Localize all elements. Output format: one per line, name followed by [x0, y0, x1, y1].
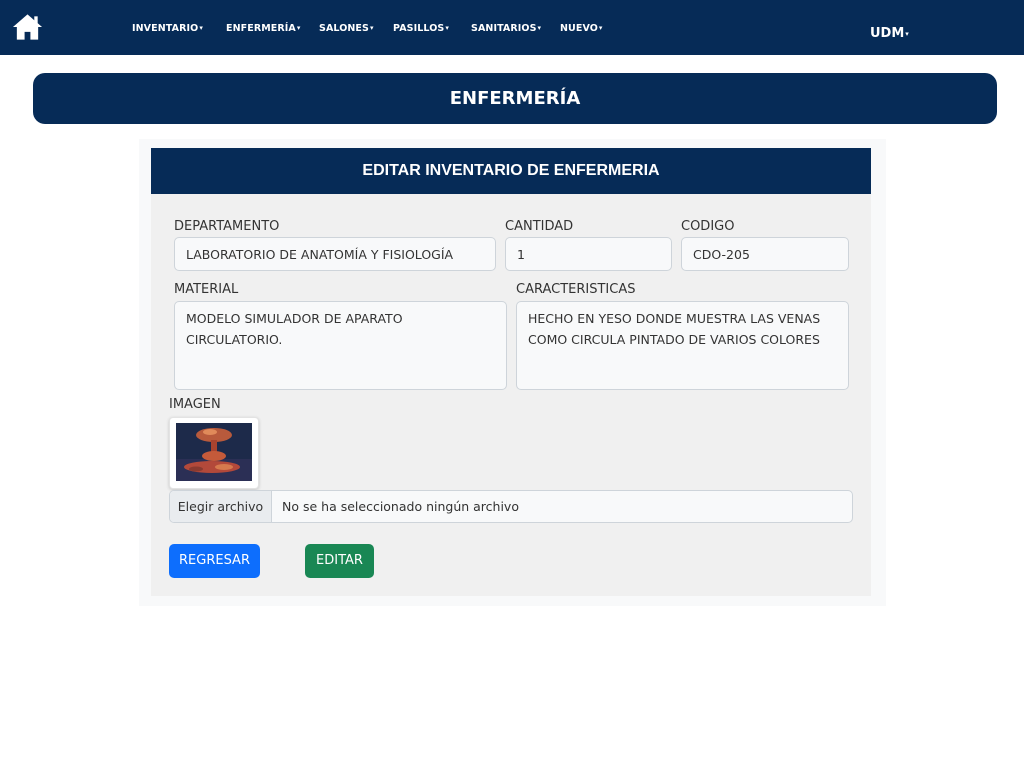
top-navbar: INVENTARIO▾ ENFERMERÍA▾ SALONES▾ PASILLO… — [0, 0, 1024, 55]
user-menu-label: UDM — [870, 26, 905, 41]
caracteristicas-textarea[interactable]: HECHO EN YESO DONDE MUESTRA LAS VENAS CO… — [516, 301, 849, 390]
chevron-down-icon: ▾ — [296, 24, 301, 32]
nav-sanitarios-label: SANITARIOS — [471, 23, 537, 34]
material-label: MATERIAL — [174, 282, 239, 297]
anatomy-model-image — [176, 423, 252, 481]
item-image-thumbnail — [169, 417, 259, 489]
codigo-label: CODIGO — [681, 219, 735, 234]
chevron-down-icon: ▾ — [537, 24, 542, 32]
imagen-label: IMAGEN — [169, 397, 221, 412]
home-icon[interactable] — [12, 13, 43, 41]
nav-nuevo-label: NUEVO — [560, 23, 598, 34]
choose-file-button[interactable]: Elegir archivo — [170, 491, 272, 522]
departamento-label: DEPARTAMENTO — [174, 219, 280, 234]
nav-pasillos-label: PASILLOS — [393, 23, 445, 34]
nav-enfermeria[interactable]: ENFERMERÍA▾ — [226, 23, 301, 34]
material-textarea[interactable]: MODELO SIMULADOR DE APARATO CIRCULATORIO… — [174, 301, 507, 390]
regresar-button[interactable]: REGRESAR — [169, 544, 260, 578]
caracteristicas-value: HECHO EN YESO DONDE MUESTRA LAS VENAS CO… — [528, 311, 821, 347]
departamento-value: LABORATORIO DE ANATOMÍA Y FISIOLOGÍA — [186, 246, 454, 262]
form-title: EDITAR INVENTARIO DE ENFERMERIA — [151, 148, 871, 194]
section-title: ENFERMERÍA — [33, 73, 997, 124]
nav-pasillos[interactable]: PASILLOS▾ — [393, 23, 449, 34]
chevron-down-icon: ▾ — [369, 24, 374, 32]
cantidad-value: 1 — [517, 246, 525, 262]
codigo-value: CDO-205 — [693, 246, 750, 262]
nav-salones-label: SALONES — [319, 23, 369, 34]
nav-salones[interactable]: SALONES▾ — [319, 23, 374, 34]
nav-inventario[interactable]: INVENTARIO▾ — [132, 23, 203, 34]
nav-sanitarios[interactable]: SANITARIOS▾ — [471, 23, 541, 34]
file-status-text: No se ha seleccionado ningún archivo — [282, 499, 519, 514]
cantidad-field[interactable]: 1 — [505, 237, 672, 271]
cantidad-label: CANTIDAD — [505, 219, 574, 234]
edit-form-card: EDITAR INVENTARIO DE ENFERMERIA DEPARTAM… — [151, 148, 871, 596]
departamento-field[interactable]: LABORATORIO DE ANATOMÍA Y FISIOLOGÍA — [174, 237, 496, 271]
chevron-down-icon: ▾ — [199, 24, 203, 32]
material-value: MODELO SIMULADOR DE APARATO CIRCULATORIO… — [186, 311, 403, 347]
chevron-down-icon: ▾ — [598, 24, 603, 32]
caracteristicas-label: CARACTERISTICAS — [516, 282, 636, 297]
nav-enfermeria-label: ENFERMERÍA — [226, 23, 296, 34]
user-menu[interactable]: UDM▾ — [870, 26, 909, 41]
file-input[interactable]: Elegir archivo No se ha seleccionado nin… — [169, 490, 853, 523]
editar-button[interactable]: EDITAR — [305, 544, 374, 578]
nav-nuevo[interactable]: NUEVO▾ — [560, 23, 603, 34]
chevron-down-icon: ▾ — [445, 24, 449, 32]
chevron-down-icon: ▾ — [905, 30, 909, 38]
nav-inventario-label: INVENTARIO — [132, 23, 199, 34]
codigo-field[interactable]: CDO-205 — [681, 237, 849, 271]
